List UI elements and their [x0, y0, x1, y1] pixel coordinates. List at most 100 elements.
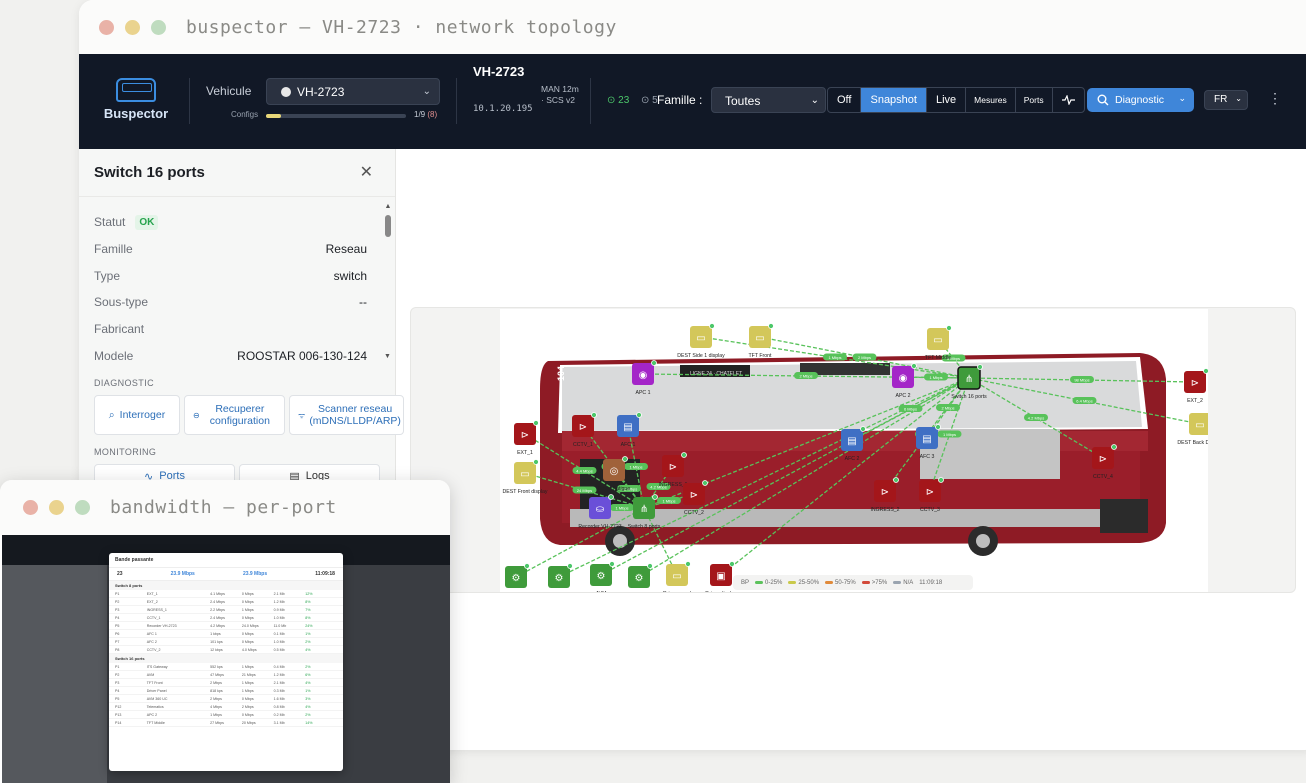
mode-ports[interactable]: Ports — [1016, 88, 1053, 112]
table-cell: 1.2 Mb — [273, 672, 285, 677]
node-label: APC 1 — [636, 390, 651, 396]
switch-icon: ⋔ — [965, 374, 973, 385]
table-cell: 0 Mbps — [241, 639, 254, 644]
wifi-icon: ᯤ — [298, 410, 306, 420]
node-label: DEST Front display — [503, 489, 548, 495]
node-ingress-2[interactable]: ⊳ INGRESS_2 — [870, 477, 900, 514]
node-ext-1[interactable]: ⊳ EXT_1 — [514, 420, 539, 457]
close-icon[interactable]: ✕ — [360, 162, 373, 182]
app-header: Buspector Vehicule VH-2723 ⌄ Configs 1/9… — [79, 54, 1306, 149]
node-dest-side-1-display[interactable]: ▭ DEST Side 1 display — [677, 323, 725, 360]
button-label: Scanner reseau (mDNS/LLDP/ARP) — [309, 403, 401, 427]
maximize-dot[interactable] — [151, 19, 166, 35]
board-icon: ⚙ — [512, 573, 521, 584]
mode-live[interactable]: Live — [927, 88, 967, 112]
bus-scene[interactable]: 104 LIGNE 24 · CHATELET 1 Mbps 2 Mbps 5 Mb… — [500, 309, 1223, 599]
table-cell: 1 Mbps — [241, 680, 254, 685]
mode-off[interactable]: Off — [828, 88, 862, 112]
svg-text:2 Mbps: 2 Mbps — [799, 374, 812, 379]
scroll-thumb[interactable] — [385, 215, 391, 237]
node-cctv-4[interactable]: ⊳ CCTV_4 — [1092, 444, 1117, 481]
node-dest-back-display[interactable]: ▭ DEST Back Display — [1177, 410, 1223, 447]
table-cell: 4% — [305, 680, 311, 685]
more-menu-icon[interactable]: ⋮ — [1268, 90, 1282, 107]
table-row: P13 APC 2 1 Mbps 0 Mbps 0.2 Mb 2% — [109, 711, 343, 719]
button-label: Interroger — [119, 409, 166, 421]
panel-scrollbar[interactable]: ▲ ▼ — [384, 203, 392, 363]
chevron-down-icon: ⌄ — [1178, 93, 1186, 103]
bandwidth-window: bandwidth — per-port Bande passante 23 2… — [0, 480, 450, 783]
svg-text:98 Mbps: 98 Mbps — [1074, 378, 1089, 383]
diagnostic-button[interactable]: Diagnostic ⌄ — [1087, 88, 1194, 112]
node-tft-front[interactable]: ▭ TFT Front — [749, 323, 774, 360]
display-icon: ▭ — [1195, 420, 1204, 431]
close-dot[interactable] — [99, 19, 114, 35]
diagnostic-section-label: DIAGNOSTIC — [94, 378, 155, 388]
minimize-dot[interactable] — [49, 500, 64, 515]
table-cell: 0.1 Mb — [273, 631, 285, 636]
board-icon: ⚙ — [635, 573, 644, 584]
famille-select[interactable]: Toutes ⌄ — [711, 87, 826, 113]
topology-canvas[interactable]: 104 LIGNE 24 · CHATELET 1 Mbps 2 Mbps 5 Mb… — [410, 307, 1296, 599]
close-dot[interactable] — [23, 500, 38, 515]
node-cctv-3[interactable]: ⊳ CCTV_3 — [919, 477, 944, 514]
prop-value: switch — [333, 268, 367, 283]
node-cctv-1[interactable]: ⊳ CCTV_1 — [572, 412, 597, 449]
table-cell: 14% — [305, 720, 313, 725]
scroll-up-icon[interactable]: ▲ — [384, 203, 392, 210]
node-ingress-1[interactable]: ⊳INGRESS_1 — [658, 452, 688, 489]
recorder-icon: ⛀ — [596, 504, 604, 515]
interroger-button[interactable]: ⌕ Interroger — [94, 395, 180, 435]
table-cell: 0.4 Mb — [273, 664, 285, 669]
prop-key: Modele — [94, 348, 134, 363]
table-cell: 20 Mbps — [241, 720, 256, 725]
svg-text:1 Mbps: 1 Mbps — [615, 506, 628, 511]
mode-mesures[interactable]: Mesures — [966, 88, 1016, 112]
node-tft-middle[interactable]: ▭ TFT Middle — [925, 325, 952, 362]
minimize-dot[interactable] — [125, 19, 140, 35]
table-cell: 1.2 Mb — [273, 599, 285, 604]
node-status-dot — [533, 459, 539, 465]
mode-snapshot[interactable]: Snapshot — [861, 88, 927, 112]
node-avm[interactable]: ⚙ AVM — [590, 561, 615, 597]
recuperer-config-button[interactable]: ⊖ Recuperer configuration — [184, 395, 285, 435]
node-its-gateway[interactable]: ⚙ITS Gateway — [544, 563, 574, 599]
topology-svg[interactable]: 104 LIGNE 24 · CHATELET 1 Mbps 2 Mbps 5 Mb… — [500, 309, 1223, 599]
table-cell: 2% — [305, 664, 311, 669]
app-logo[interactable]: Buspector — [98, 76, 174, 126]
node-label: AVM — [596, 591, 607, 592]
link-bandwidth-label: 1 Mbps — [937, 430, 962, 438]
scanner-reseau-button[interactable]: ᯤ Scanner reseau (mDNS/LLDP/ARP) — [289, 395, 404, 435]
modal-title: Bande passante — [109, 553, 343, 568]
bandwidth-screenshot: Bande passante 23 23.9 Mbps 23.9 Mbps 11… — [2, 535, 450, 783]
maximize-dot[interactable] — [75, 500, 90, 515]
node-ext-2[interactable]: ⊳ EXT_2 — [1184, 368, 1209, 405]
pulse-icon[interactable] — [1053, 88, 1084, 112]
sensor-icon: ◎ — [610, 466, 619, 477]
display-icon: ▭ — [933, 335, 942, 346]
node-avm-360-uc[interactable]: ⚙AVM 360 UC — [501, 563, 531, 599]
table-cell: 7% — [305, 607, 311, 612]
vehicle-select[interactable]: VH-2723 ⌄ — [266, 78, 440, 105]
node-driver-panel[interactable]: ▭ Driver panel — [663, 561, 691, 597]
table-cell: AVM — [146, 672, 155, 677]
table-row: P2 EXT_2 2.4 Mbps 0 Mbps 1.2 Mb 8% — [109, 598, 343, 606]
table-cell: 4% — [305, 704, 311, 709]
scroll-down-icon[interactable]: ▼ — [384, 353, 391, 360]
svg-text:24 Mbps: 24 Mbps — [577, 488, 592, 493]
table-cell: 2.4 Mbps — [210, 615, 225, 620]
node-label: APC 2 — [896, 393, 911, 399]
table-cell: 11.0 Mb — [273, 623, 287, 628]
table-cell: TFT Front — [146, 680, 163, 685]
node-status-dot — [636, 412, 642, 418]
prop-statut: Statut OK — [94, 209, 367, 236]
configs-label: Configs — [231, 110, 259, 119]
table-cell: P1 — [115, 664, 120, 669]
chevron-down-icon: ⌄ — [1235, 94, 1242, 103]
language-select[interactable]: FR ⌄ — [1204, 90, 1248, 110]
svg-text:2 Mbps: 2 Mbps — [941, 406, 954, 411]
table-cell: 818 kps — [210, 688, 223, 693]
link-bandwidth-label: 2 Mbps — [794, 372, 818, 379]
node-cctv-2[interactable]: ⊳ CCTV_2 — [683, 480, 708, 517]
node-telematics[interactable]: ⚙Telematics — [627, 563, 653, 599]
